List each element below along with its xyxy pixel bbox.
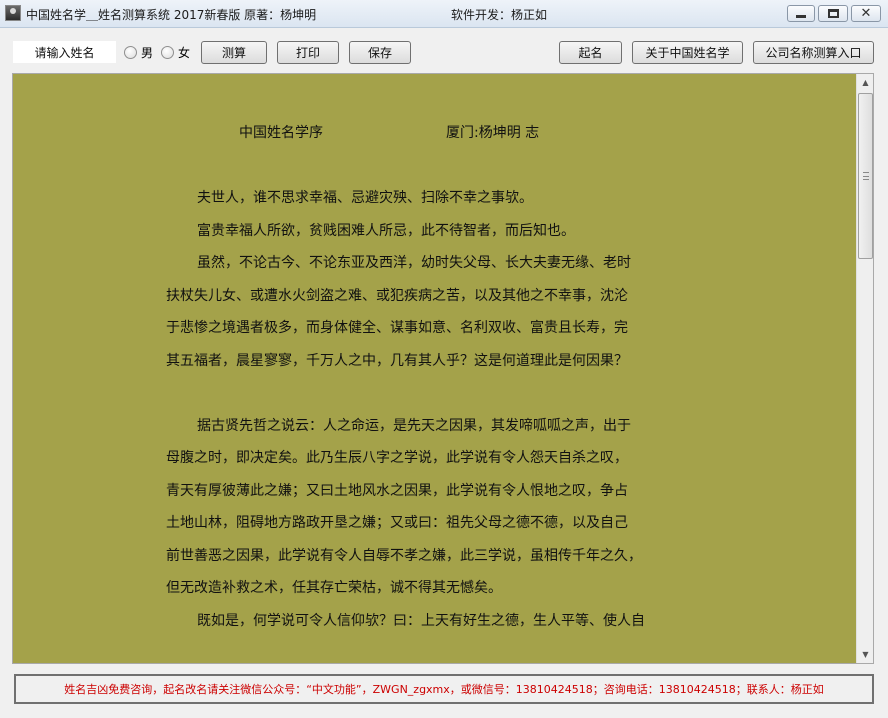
text-line: 富贵幸福人所欲，贫贱困难人所忌，此不待智者，而后知也。	[197, 222, 575, 239]
text-line: 其五福者，晨星寥寥，千万人之中，几有其人乎？这是何道理此是何因果？	[166, 352, 628, 369]
text-line: 夫世人，谁不思求幸福、忌避灾殃、扫除不幸之事欤。	[197, 190, 533, 206]
radio-button-icon	[124, 46, 137, 59]
developer-credit: 软件开发：杨正如	[451, 8, 548, 22]
scroll-thumb[interactable]	[858, 93, 873, 259]
gender-male-radio[interactable]: 男	[124, 44, 153, 61]
document-title: 中国姓名学序	[239, 125, 323, 141]
text-line: 既如是，何学说可令人信仰欤？曰：上天有好生之德，生人平等、使人自	[197, 612, 645, 629]
naming-button[interactable]: 起名	[559, 41, 622, 64]
gender-female-label: 女	[178, 46, 191, 60]
scroll-up-arrow-icon[interactable]: ▲	[857, 74, 874, 91]
document-viewer: 中国姓名学序 厦门:杨坤明 志 夫世人，谁不思求幸福、忌避灾殃、扫除不幸之事欤。…	[12, 73, 874, 664]
about-button[interactable]: 关于中国姓名学	[632, 41, 743, 64]
grip-icon	[863, 172, 869, 180]
save-button[interactable]: 保存	[349, 41, 411, 64]
text-line: 据古贤先哲之说云：人之命运，是先天之因果，其发啼呱呱之声，出于	[197, 417, 631, 434]
text-line: 扶杖失儿女、或遭水火剑盗之难、或犯疾病之苦，以及其他之不幸事，沈沦	[166, 287, 628, 304]
minimize-button[interactable]	[787, 5, 815, 22]
text-line: 于悲惨之境遇者极多，而身体健全、谋事如意、名利双收、富贵且长寿，完	[166, 320, 628, 336]
text-line: 母腹之时，即决定矣。此乃生辰八字之学说，此学说有令人怨天自杀之叹，	[166, 450, 628, 466]
maximize-button[interactable]	[818, 5, 848, 22]
text-line: 土地山林，阻碍地方路政开垦之嫌；又或曰：祖先父母之德不德，以及自己	[166, 515, 628, 531]
scroll-down-arrow-icon[interactable]: ▼	[857, 646, 874, 663]
text-line: 虽然，不论古今、不论东亚及西洋，幼时失父母、长大夫妻无缘、老时	[197, 255, 631, 271]
app-icon[interactable]	[5, 5, 21, 21]
radio-button-icon	[161, 46, 174, 59]
gender-male-label: 男	[141, 46, 154, 60]
text-line: 青天有厚彼薄此之嫌；又曰土地风水之因果，此学说有令人恨地之叹，争占	[166, 482, 628, 499]
vertical-scrollbar[interactable]: ▲ ▼	[856, 74, 873, 663]
maximize-icon	[827, 9, 839, 18]
title-bar: 中国姓名学＿姓名测算系统 2017新春版 原著：杨坤明 软件开发：杨正如 ✕	[0, 0, 888, 28]
text-line: 但无改造补救之术，任其存亡荣枯，诚不得其无憾矣。	[166, 580, 502, 596]
measure-button[interactable]: 测算	[201, 41, 267, 64]
contact-info-text: 姓名吉凶免费咨询，起名改名请关注微信公众号：“中文功能”，ZWGN_zgxmx，…	[64, 683, 824, 696]
company-name-button[interactable]: 公司名称测算入口	[753, 41, 874, 64]
toolbar: 男 女 测算 打印 保存 起名 关于中国姓名学 公司名称测算入口	[0, 28, 888, 73]
close-icon: ✕	[860, 6, 872, 21]
text-line: 前世善恶之因果，此学说有令人自辱不孝之嫌，此三学说，虽相传千年之久，	[166, 547, 642, 564]
status-bar: 姓名吉凶免费咨询，起名改名请关注微信公众号：“中文功能”，ZWGN_zgxmx，…	[14, 674, 874, 704]
window-title: 中国姓名学＿姓名测算系统 2017新春版 原著：杨坤明	[26, 8, 317, 22]
minimize-icon	[796, 15, 806, 18]
document-area[interactable]: 中国姓名学序 厦门:杨坤明 志 夫世人，谁不思求幸福、忌避灾殃、扫除不幸之事欤。…	[13, 74, 856, 663]
gender-female-radio[interactable]: 女	[161, 44, 190, 61]
document-author: 厦门:杨坤明 志	[446, 125, 540, 141]
name-input[interactable]	[13, 41, 116, 63]
document-body: 夫世人，谁不思求幸福、忌避灾殃、扫除不幸之事欤。 富贵幸福人所欲，贫贱困难人所忌…	[166, 182, 645, 637]
print-button[interactable]: 打印	[277, 41, 339, 64]
close-button[interactable]: ✕	[851, 5, 881, 22]
